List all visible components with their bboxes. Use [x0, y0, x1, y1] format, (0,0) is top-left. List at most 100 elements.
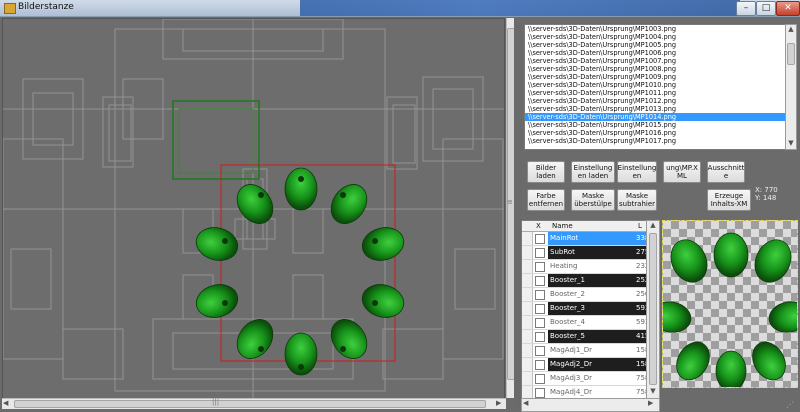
file-list-item[interactable]: \\server-sds\3D-Daten\Ursprung\MP1016.pn… — [525, 129, 785, 137]
mp-xml-button[interactable]: ung\MP.X ML — [663, 161, 701, 183]
row-header[interactable] — [522, 358, 533, 371]
layer-name-cell[interactable]: Booster_1 — [548, 274, 636, 287]
visibility-checkbox[interactable] — [535, 360, 545, 370]
file-list-item[interactable]: \\server-sds\3D-Daten\Ursprung\MP1006.pn… — [525, 49, 785, 57]
grid-row[interactable]: Booster_3 593 — [522, 302, 659, 316]
layer-name-cell[interactable]: Booster_2 — [548, 288, 636, 301]
layer-grid[interactable]: X Name L MainRot 338 SubRot 275 Heating 232 Bo… — [521, 220, 660, 412]
x-coordinate: X: 770 — [755, 186, 778, 194]
layer-name-cell[interactable]: Booster_4 — [548, 316, 636, 329]
close-button[interactable]: ✕ — [776, 1, 800, 16]
grid-scroll-left-icon[interactable]: ◀ — [523, 399, 528, 407]
file-list-item[interactable]: \\server-sds\3D-Daten\Ursprung\MP1012.pn… — [525, 97, 785, 105]
grid-row[interactable]: MagAdj1_Dr 158 — [522, 344, 659, 358]
grid-scroll-thumb[interactable] — [649, 233, 657, 385]
file-list-item[interactable]: \\server-sds\3D-Daten\Ursprung\MP1003.pn… — [525, 25, 785, 33]
visibility-checkbox[interactable] — [535, 234, 545, 244]
grid-row[interactable]: SubRot 275 — [522, 246, 659, 260]
layer-name-cell[interactable]: Booster_5 — [548, 330, 636, 343]
grid-row[interactable]: Booster_1 252 — [522, 274, 659, 288]
erzeuge-inhalts-xml-button[interactable]: Erzeuge Inhalts-XM — [707, 189, 751, 211]
maximize-icon: □ — [761, 3, 771, 13]
maske-ueberstuelpen-button[interactable]: Maske überstülpe — [571, 189, 615, 211]
file-list-item[interactable]: \\server-sds\3D-Daten\Ursprung\MP1005.pn… — [525, 41, 785, 49]
file-list-scroll-thumb[interactable] — [787, 43, 795, 65]
row-header[interactable] — [522, 274, 533, 287]
layer-name-cell[interactable]: MagAdj2_Dr — [548, 358, 636, 371]
scroll-left-icon[interactable]: ◀ — [3, 399, 8, 407]
farbe-entfernen-button[interactable]: Farbe entfernen — [527, 189, 565, 211]
column-header-l[interactable]: L — [638, 222, 642, 230]
visibility-checkbox[interactable] — [535, 248, 545, 258]
resize-grip-icon[interactable]: ⋰ — [786, 400, 798, 410]
background-window-strip — [300, 0, 740, 16]
title-bar: Bilderstanze – □ ✕ — [0, 0, 800, 17]
panel-splitter[interactable] — [514, 18, 521, 410]
grid-row[interactable]: MainRot 338 — [522, 232, 659, 246]
file-list[interactable]: \\server-sds\3D-Daten\Ursprung\MP1003.pn… — [524, 24, 786, 150]
file-list-item[interactable]: \\server-sds\3D-Daten\Ursprung\MP1014.pn… — [525, 113, 785, 121]
grid-scroll-right-icon[interactable]: ▶ — [648, 399, 653, 407]
row-header[interactable] — [522, 246, 533, 259]
file-list-item[interactable]: \\server-sds\3D-Daten\Ursprung\MP1009.pn… — [525, 73, 785, 81]
visibility-checkbox[interactable] — [535, 332, 545, 342]
visibility-checkbox[interactable] — [535, 388, 545, 398]
canvas-hscroll-thumb[interactable] — [14, 400, 486, 408]
grid-row[interactable]: MagAdj2_Dr 158 — [522, 358, 659, 372]
file-list-item[interactable]: \\server-sds\3D-Daten\Ursprung\MP1008.pn… — [525, 65, 785, 73]
file-list-item[interactable]: \\server-sds\3D-Daten\Ursprung\MP1017.pn… — [525, 137, 785, 145]
file-list-item[interactable]: \\server-sds\3D-Daten\Ursprung\MP1010.pn… — [525, 81, 785, 89]
row-header[interactable] — [522, 232, 533, 245]
file-list-item[interactable]: \\server-sds\3D-Daten\Ursprung\MP1007.pn… — [525, 57, 785, 65]
maximize-button[interactable]: □ — [756, 1, 776, 16]
grid-vertical-scrollbar[interactable]: ▲ ▼ — [646, 220, 660, 400]
canvas-horizontal-scrollbar[interactable]: ◀ ||| ▶ — [2, 398, 506, 409]
minimize-button[interactable]: – — [736, 1, 756, 16]
layer-name-cell[interactable]: SubRot — [548, 246, 636, 259]
grid-row[interactable]: MagAdj3_Dr 758 — [522, 372, 659, 386]
file-list-scrollbar[interactable]: ▲ ▼ — [785, 24, 797, 150]
visibility-checkbox[interactable] — [535, 290, 545, 300]
file-list-item[interactable]: \\server-sds\3D-Daten\Ursprung\MP1011.pn… — [525, 89, 785, 97]
row-header[interactable] — [522, 330, 533, 343]
layer-name-cell[interactable]: MainRot — [548, 232, 636, 245]
row-header[interactable] — [522, 344, 533, 357]
layer-name-cell[interactable]: MagAdj1_Dr — [548, 344, 636, 357]
row-header[interactable] — [522, 302, 533, 315]
maske-subtrahieren-button[interactable]: Maske subtrahier — [617, 189, 657, 211]
row-header[interactable] — [522, 316, 533, 329]
layer-name-cell[interactable]: Booster_3 — [548, 302, 636, 315]
bilder-laden-button[interactable]: Bilder laden — [527, 161, 565, 183]
file-list-item[interactable]: \\server-sds\3D-Daten\Ursprung\MP1013.pn… — [525, 105, 785, 113]
grid-row[interactable]: Booster_4 593 — [522, 316, 659, 330]
grid-row[interactable]: Heating 232 — [522, 260, 659, 274]
ausschnitte-button[interactable]: Ausschnitt e — [707, 161, 745, 183]
visibility-checkbox[interactable] — [535, 262, 545, 272]
grid-row[interactable]: Booster_5 415 — [522, 330, 659, 344]
grid-scroll-down-icon[interactable]: ▼ — [649, 387, 657, 395]
column-header-x[interactable]: X — [536, 222, 541, 230]
app-icon — [4, 3, 16, 14]
close-icon: ✕ — [784, 3, 792, 13]
image-canvas[interactable] — [2, 18, 505, 400]
visibility-checkbox[interactable] — [535, 318, 545, 328]
row-header[interactable] — [522, 372, 533, 385]
visibility-checkbox[interactable] — [535, 346, 545, 356]
scroll-up-icon[interactable]: ▲ — [787, 25, 795, 33]
column-header-name[interactable]: Name — [552, 222, 573, 230]
file-list-item[interactable]: \\server-sds\3D-Daten\Ursprung\MP1004.pn… — [525, 33, 785, 41]
file-list-item[interactable]: \\server-sds\3D-Daten\Ursprung\MP1015.pn… — [525, 121, 785, 129]
grid-scroll-up-icon[interactable]: ▲ — [649, 221, 657, 229]
visibility-checkbox[interactable] — [535, 374, 545, 384]
row-header[interactable] — [522, 260, 533, 273]
layer-name-cell[interactable]: MagAdj3_Dr — [548, 372, 636, 385]
layer-name-cell[interactable]: Heating — [548, 260, 636, 273]
grid-row[interactable]: Booster_2 250 — [522, 288, 659, 302]
visibility-checkbox[interactable] — [535, 276, 545, 286]
visibility-checkbox[interactable] — [535, 304, 545, 314]
einstellungen-button[interactable]: Einstellung en — [617, 161, 657, 183]
einstellungen-laden-button[interactable]: Einstellung en laden — [571, 161, 615, 183]
scroll-down-icon[interactable]: ▼ — [787, 139, 795, 147]
scroll-right-icon[interactable]: ▶ — [496, 399, 501, 407]
row-header[interactable] — [522, 288, 533, 301]
